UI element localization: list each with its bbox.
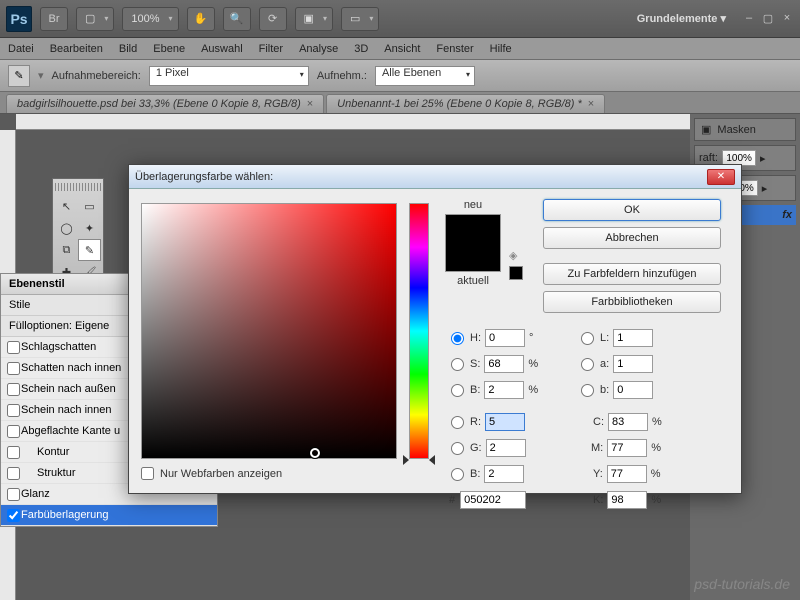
lasso-tool[interactable]: ◯: [55, 217, 78, 239]
radio-g[interactable]: [451, 442, 464, 455]
marquee-tool[interactable]: ▭: [78, 195, 101, 217]
r-input[interactable]: [485, 413, 525, 431]
bb-input[interactable]: [613, 381, 653, 399]
menu-auswahl[interactable]: Auswahl: [201, 43, 243, 55]
radio-l[interactable]: [581, 332, 594, 345]
radio-a[interactable]: [581, 358, 594, 371]
window-controls: – ▢ ×: [742, 12, 794, 25]
ok-button[interactable]: OK: [543, 199, 721, 221]
sample-size-label: Aufnahmebereich:: [52, 70, 141, 82]
eyedropper-icon[interactable]: ✎: [8, 65, 30, 87]
rotate-view-button[interactable]: ⟳: [259, 7, 287, 31]
workspace-switcher[interactable]: Grundelemente ▾: [637, 12, 734, 25]
crop-tool[interactable]: ⧉: [55, 239, 78, 261]
move-tool[interactable]: ↖: [55, 195, 78, 217]
bridge-button[interactable]: Br: [40, 7, 68, 31]
menu-datei[interactable]: Datei: [8, 43, 34, 55]
close-button[interactable]: ×: [780, 12, 794, 25]
panel-grip[interactable]: [55, 183, 101, 191]
screen-mode-dropdown[interactable]: ▭: [341, 7, 379, 31]
app-logo: Ps: [6, 6, 32, 32]
color-field-cursor: [310, 448, 320, 458]
opacity-label: raft:: [699, 152, 718, 164]
dialog-titlebar[interactable]: Überlagerungsfarbe wählen: ✕: [129, 165, 741, 189]
hue-marker-left: [403, 455, 409, 465]
wand-tool[interactable]: ✦: [78, 217, 101, 239]
arrange-dropdown[interactable]: ▣: [295, 7, 333, 31]
cancel-button[interactable]: Abbrechen: [543, 227, 721, 249]
chevron-right-icon[interactable]: ▸: [762, 182, 768, 195]
websafe-warning[interactable]: ◈: [509, 249, 527, 280]
ruler-horizontal: [16, 114, 690, 130]
s-input[interactable]: [484, 355, 524, 373]
hex-row: #: [449, 491, 526, 509]
y-input[interactable]: [607, 465, 647, 483]
sample-size-dropdown[interactable]: 1 Pixel: [149, 66, 309, 86]
radio-b[interactable]: [451, 384, 464, 397]
color-preview: neu aktuell: [445, 199, 501, 287]
menu-3d[interactable]: 3D: [354, 43, 368, 55]
b-input[interactable]: [484, 381, 524, 399]
minimize-button[interactable]: –: [742, 12, 756, 25]
radio-r[interactable]: [451, 416, 464, 429]
h-input[interactable]: [485, 329, 525, 347]
bv-input[interactable]: [484, 465, 524, 483]
eyedropper-tool[interactable]: ✎: [78, 239, 101, 261]
main-menubar: Datei Bearbeiten Bild Ebene Auswahl Filt…: [0, 38, 800, 60]
options-bar: ✎ ▾ Aufnahmebereich: 1 Pixel Aufnehm.: A…: [0, 60, 800, 92]
hue-slider[interactable]: [409, 203, 429, 459]
color-picker-dialog: Überlagerungsfarbe wählen: ✕ neu aktuell…: [128, 164, 742, 494]
current-label: aktuell: [457, 275, 489, 287]
add-swatch-button[interactable]: Zu Farbfeldern hinzufügen: [543, 263, 721, 285]
maximize-button[interactable]: ▢: [761, 12, 775, 25]
menu-filter[interactable]: Filter: [259, 43, 283, 55]
hue-marker-right: [429, 455, 435, 465]
k-input[interactable]: [607, 491, 647, 509]
c-input[interactable]: [608, 413, 648, 431]
menu-ansicht[interactable]: Ansicht: [384, 43, 420, 55]
tab-document-2[interactable]: Unbenannt-1 bei 25% (Ebene 0 Kopie 8, RG…: [326, 94, 605, 113]
web-colors-checkbox[interactable]: Nur Webfarben anzeigen: [141, 467, 282, 480]
radio-bv[interactable]: [451, 468, 464, 481]
tools-panel: ↖▭ ◯✦ ⧉✎ ✚🖌: [52, 178, 104, 288]
new-label: neu: [464, 199, 482, 211]
close-icon[interactable]: ×: [588, 98, 594, 110]
m-input[interactable]: [607, 439, 647, 457]
preview-swatches[interactable]: [445, 214, 501, 272]
top-toolbar: Ps Br ▢ 100% ✋ 🔍 ⟳ ▣ ▭ Grundelemente ▾ –…: [0, 0, 800, 38]
radio-bb[interactable]: [581, 384, 594, 397]
sample-layer-label: Aufnehm.:: [317, 70, 367, 82]
menu-hilfe[interactable]: Hilfe: [490, 43, 512, 55]
hex-input[interactable]: [460, 491, 526, 509]
zoom-tool-button[interactable]: 🔍: [223, 7, 251, 31]
dialog-title: Überlagerungsfarbe wählen:: [135, 171, 707, 183]
masks-panel[interactable]: ▣ Masken: [694, 118, 796, 141]
menu-ebene[interactable]: Ebene: [153, 43, 185, 55]
sample-layer-dropdown[interactable]: Alle Ebenen: [375, 66, 475, 86]
style-coloroverlay[interactable]: Farbüberlagerung: [1, 505, 217, 526]
a-input[interactable]: [613, 355, 653, 373]
menu-analyse[interactable]: Analyse: [299, 43, 338, 55]
g-input[interactable]: [486, 439, 526, 457]
l-input[interactable]: [613, 329, 653, 347]
color-field[interactable]: [141, 203, 397, 459]
document-tabs: badgirlsilhouette.psd bei 33,3% (Ebene 0…: [0, 92, 800, 114]
menu-bearbeiten[interactable]: Bearbeiten: [50, 43, 103, 55]
menu-bild[interactable]: Bild: [119, 43, 137, 55]
view-mode-dropdown[interactable]: ▢: [76, 7, 114, 31]
hand-tool-button[interactable]: ✋: [187, 7, 215, 31]
dialog-close-button[interactable]: ✕: [707, 169, 735, 185]
color-libraries-button[interactable]: Farbbibliotheken: [543, 291, 721, 313]
radio-h[interactable]: [451, 332, 464, 345]
zoom-dropdown[interactable]: 100%: [122, 7, 178, 31]
watermark: psd-tutorials.de: [694, 576, 790, 592]
chevron-right-icon[interactable]: ▸: [760, 152, 766, 165]
tab-document-1[interactable]: badgirlsilhouette.psd bei 33,3% (Ebene 0…: [6, 94, 324, 113]
menu-fenster[interactable]: Fenster: [436, 43, 473, 55]
radio-s[interactable]: [451, 358, 464, 371]
close-icon[interactable]: ×: [307, 98, 313, 110]
